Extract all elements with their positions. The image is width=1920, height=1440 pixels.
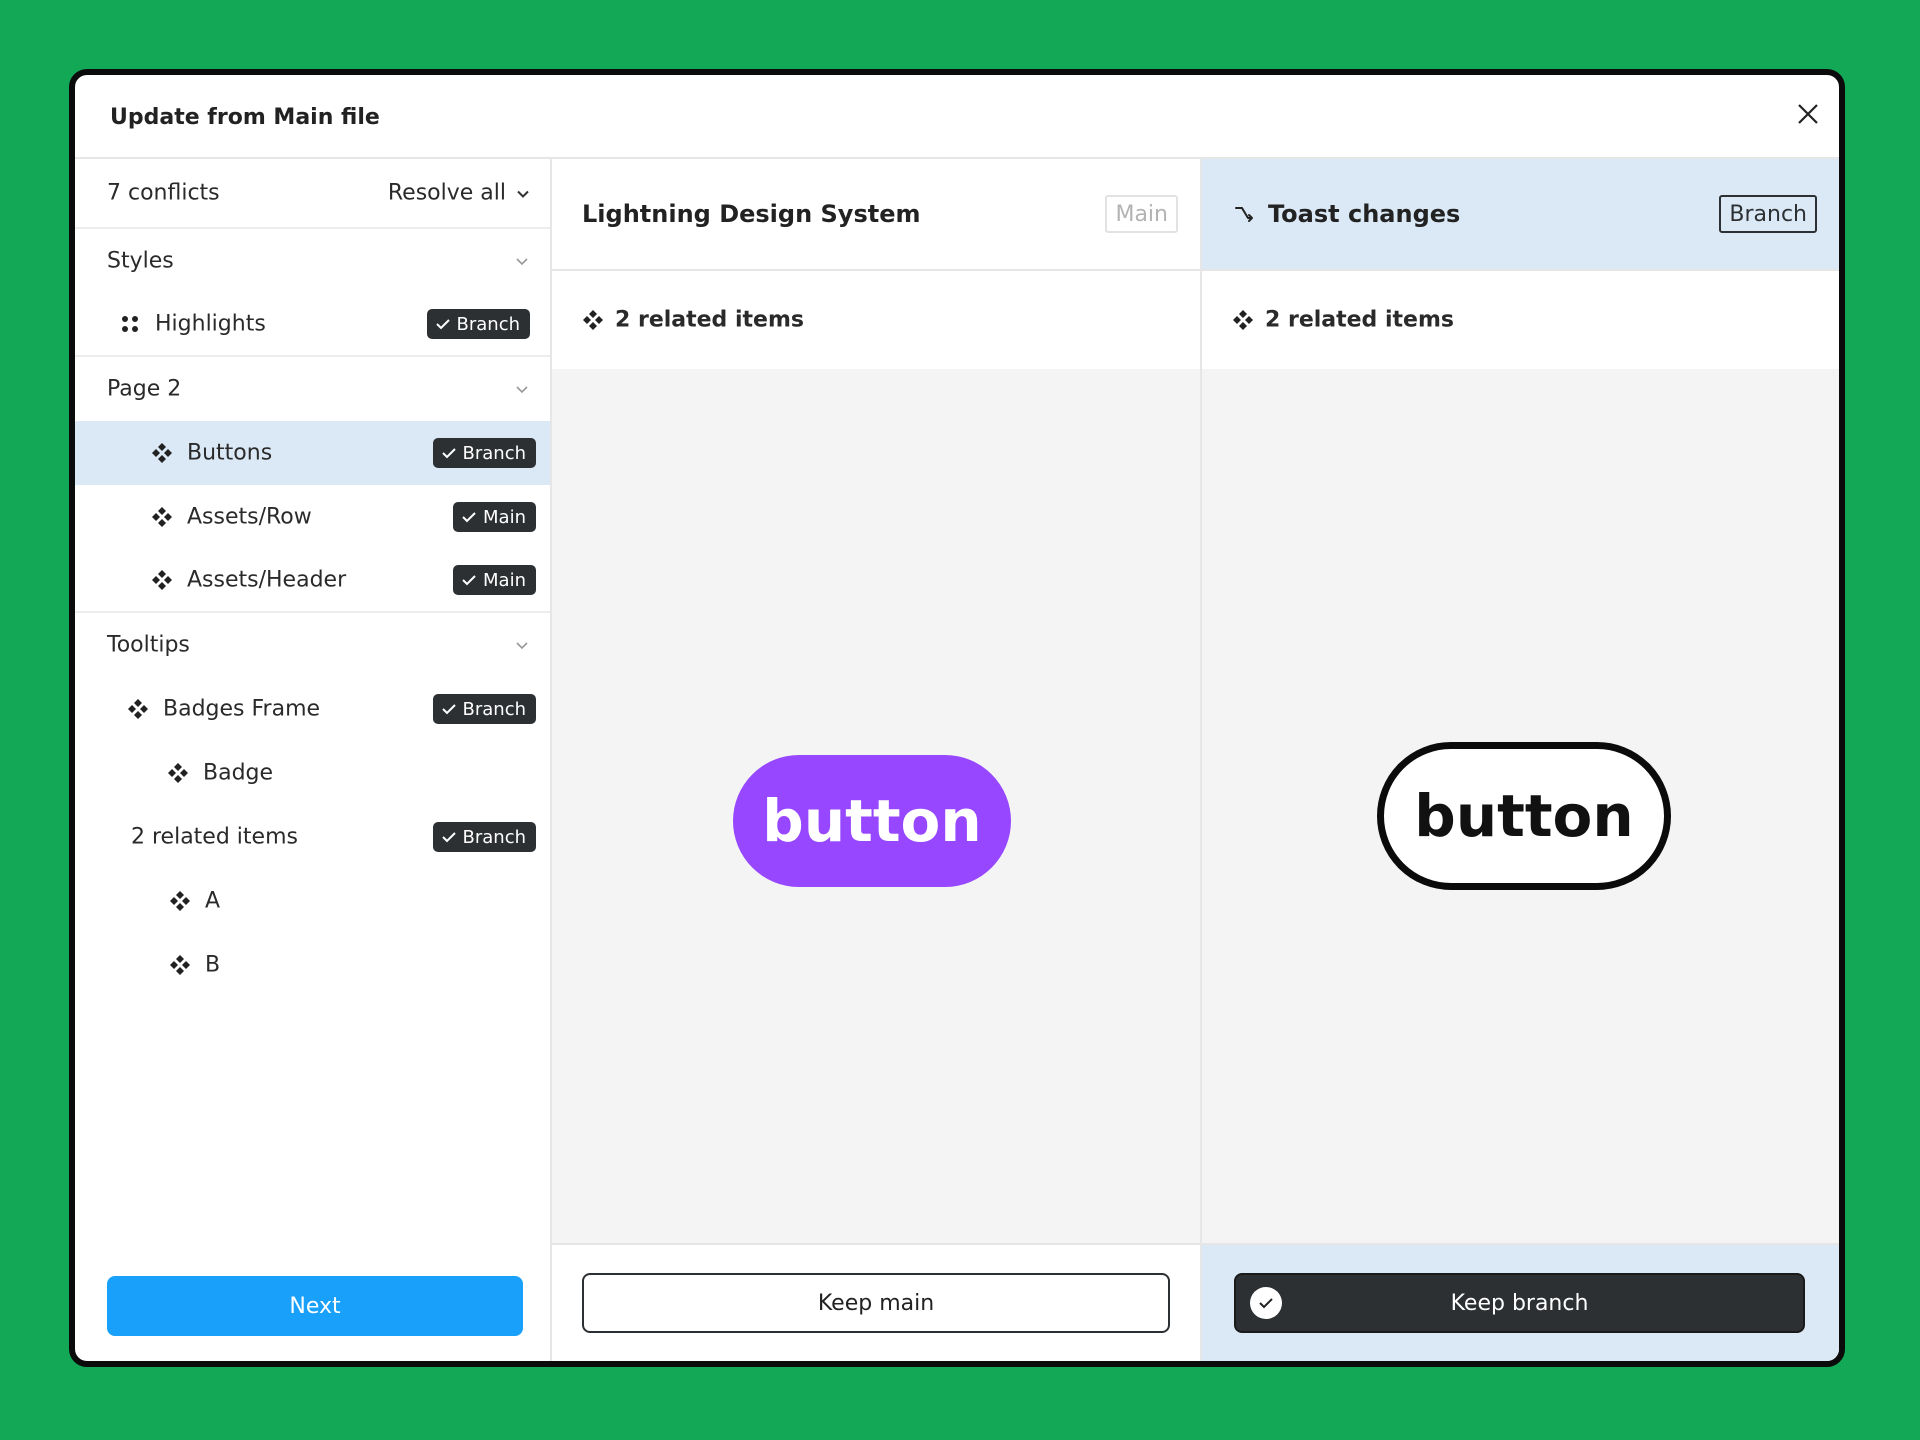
sidebar-item-label: Buttons	[187, 440, 273, 466]
main-pane: Lightning Design System Main 2 related i…	[552, 159, 1202, 1361]
component-icon	[152, 443, 172, 463]
related-items-label: 2 related items	[615, 307, 804, 333]
status-badge: Branch	[432, 438, 536, 468]
check-icon	[441, 832, 456, 843]
conflicts-count: 7 conflicts	[107, 180, 220, 206]
resolve-all-dropdown[interactable]: Resolve all	[388, 181, 530, 206]
sidebar-item-label: 2 related items	[131, 824, 298, 850]
sidebar-item-label: Badge	[203, 760, 274, 786]
style-dots-icon	[122, 316, 138, 332]
sidebar-item-badge[interactable]: Badge	[75, 741, 550, 805]
status-badge: Main	[453, 502, 536, 532]
sidebar-item-related[interactable]: 2 related items Branch	[75, 805, 550, 869]
main-related-items[interactable]: 2 related items	[552, 271, 1200, 369]
main-tag: Main	[1105, 195, 1178, 233]
main-pane-footer: Keep main	[552, 1243, 1200, 1361]
main-preview-canvas: button	[552, 369, 1200, 1243]
sidebar-item-label: Highlights	[155, 311, 266, 337]
branch-tag: Branch	[1719, 195, 1817, 233]
group-label: Tooltips	[107, 632, 190, 658]
branch-pane-title: Toast changes	[1232, 200, 1460, 228]
branch-button-preview: button	[1377, 742, 1671, 890]
group-label: Page 2	[107, 376, 182, 402]
chevron-down-icon	[516, 386, 528, 394]
check-icon	[462, 512, 476, 523]
close-icon[interactable]	[1791, 97, 1825, 131]
branch-pane-header: Toast changes Branch	[1202, 159, 1839, 271]
sidebar-item-b[interactable]: B	[75, 933, 550, 997]
component-icon	[1233, 310, 1253, 330]
status-badge: Main	[453, 565, 536, 595]
sidebar-item-a[interactable]: A	[75, 869, 550, 933]
chevron-down-icon	[516, 258, 528, 266]
group-tooltips[interactable]: Tooltips	[75, 613, 550, 677]
main-pane-header: Lightning Design System Main	[552, 159, 1200, 271]
group-label: Styles	[107, 248, 174, 274]
next-button[interactable]: Next	[107, 1276, 523, 1336]
chevron-down-icon	[517, 190, 529, 198]
component-icon	[128, 699, 148, 719]
main-pane-title: Lightning Design System	[582, 200, 921, 228]
check-icon	[435, 319, 450, 330]
sidebar-item-label: A	[205, 888, 221, 914]
component-icon	[583, 310, 603, 330]
sidebar-item-assets-header[interactable]: Assets/Header Main	[75, 549, 550, 613]
sidebar-item-badges-frame[interactable]: Badges Frame Branch	[75, 677, 550, 741]
check-icon	[462, 575, 476, 586]
branch-pane: Toast changes Branch 2 related items but…	[1202, 159, 1839, 1361]
status-badge: Branch	[432, 694, 536, 724]
status-badge: Branch	[432, 822, 536, 852]
keep-branch-label: Keep branch	[1450, 1290, 1589, 1316]
conflicts-sidebar: 7 conflicts Resolve all Styles Highlight…	[75, 159, 552, 1361]
check-icon	[441, 704, 456, 715]
check-circle-icon	[1250, 1287, 1282, 1319]
resolve-all-label: Resolve all	[387, 180, 506, 206]
component-icon	[170, 891, 190, 911]
dialog-title: Update from Main file	[110, 105, 380, 130]
branch-preview-canvas: button	[1202, 369, 1839, 1243]
conflicts-header: 7 conflicts Resolve all	[75, 159, 550, 229]
component-icon	[170, 955, 190, 975]
sidebar-item-assets-row[interactable]: Assets/Row Main	[75, 485, 550, 549]
check-icon	[441, 448, 456, 459]
component-icon	[168, 763, 188, 783]
branch-icon	[1235, 207, 1253, 222]
sidebar-item-label: Badges Frame	[163, 696, 321, 722]
branch-pane-footer: Keep branch	[1202, 1243, 1839, 1361]
main-button-preview: button	[733, 755, 1011, 887]
branch-related-items[interactable]: 2 related items	[1202, 271, 1839, 369]
group-page-2[interactable]: Page 2	[75, 357, 550, 421]
sidebar-item-label: Assets/Row	[187, 504, 312, 530]
chevron-down-icon	[516, 642, 528, 650]
sidebar-item-buttons[interactable]: Buttons Branch	[75, 421, 550, 485]
component-icon	[152, 570, 172, 590]
sidebar-item-label: Assets/Header	[187, 567, 347, 593]
group-styles[interactable]: Styles	[75, 229, 550, 293]
related-items-label: 2 related items	[1265, 307, 1454, 333]
sidebar-item-highlights[interactable]: Highlights Branch	[75, 293, 550, 357]
keep-main-button[interactable]: Keep main	[582, 1273, 1170, 1333]
sidebar-item-label: B	[205, 952, 221, 978]
status-badge: Branch	[426, 309, 530, 339]
keep-branch-button[interactable]: Keep branch	[1234, 1273, 1805, 1333]
update-dialog: Update from Main file 7 conflicts Resolv…	[69, 69, 1845, 1367]
dialog-header: Update from Main file	[75, 75, 1839, 159]
component-icon	[152, 507, 172, 527]
